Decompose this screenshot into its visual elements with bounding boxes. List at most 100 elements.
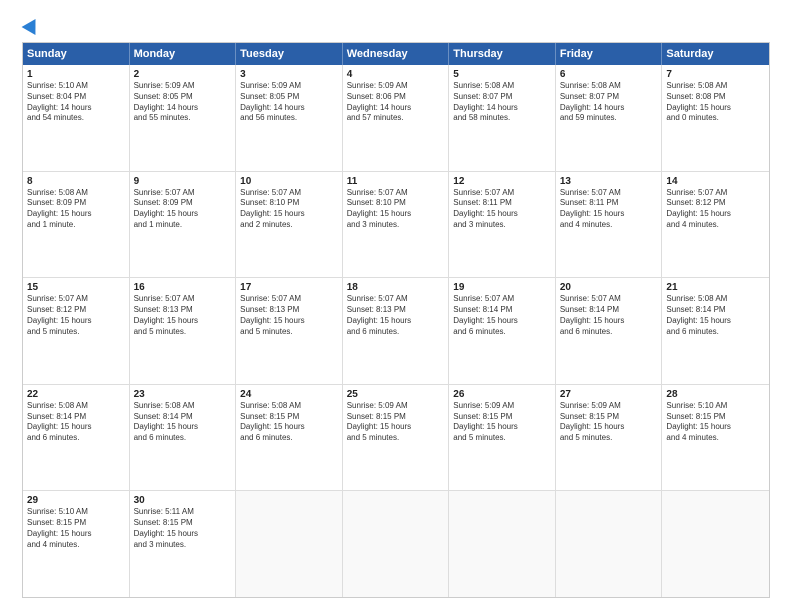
calendar-cell	[343, 491, 450, 597]
day-number: 14	[666, 176, 765, 187]
day-number: 11	[347, 176, 445, 187]
day-info: Sunrise: 5:07 AM Sunset: 8:13 PM Dayligh…	[347, 294, 445, 337]
day-number: 3	[240, 69, 338, 80]
day-number: 13	[560, 176, 658, 187]
calendar-row: 1Sunrise: 5:10 AM Sunset: 8:04 PM Daylig…	[23, 65, 769, 172]
day-info: Sunrise: 5:08 AM Sunset: 8:15 PM Dayligh…	[240, 401, 338, 444]
calendar-row: 15Sunrise: 5:07 AM Sunset: 8:12 PM Dayli…	[23, 278, 769, 385]
calendar-cell: 29Sunrise: 5:10 AM Sunset: 8:15 PM Dayli…	[23, 491, 130, 597]
day-number: 18	[347, 282, 445, 293]
calendar-cell: 21Sunrise: 5:08 AM Sunset: 8:14 PM Dayli…	[662, 278, 769, 384]
day-number: 7	[666, 69, 765, 80]
calendar-header-day: Wednesday	[343, 43, 450, 65]
calendar-cell: 27Sunrise: 5:09 AM Sunset: 8:15 PM Dayli…	[556, 385, 663, 491]
day-info: Sunrise: 5:09 AM Sunset: 8:15 PM Dayligh…	[453, 401, 551, 444]
calendar-cell: 12Sunrise: 5:07 AM Sunset: 8:11 PM Dayli…	[449, 172, 556, 278]
calendar-cell: 4Sunrise: 5:09 AM Sunset: 8:06 PM Daylig…	[343, 65, 450, 171]
calendar-cell: 23Sunrise: 5:08 AM Sunset: 8:14 PM Dayli…	[130, 385, 237, 491]
day-info: Sunrise: 5:09 AM Sunset: 8:06 PM Dayligh…	[347, 81, 445, 124]
calendar-body: 1Sunrise: 5:10 AM Sunset: 8:04 PM Daylig…	[23, 65, 769, 597]
day-number: 29	[27, 495, 125, 506]
calendar-header-day: Friday	[556, 43, 663, 65]
calendar-cell: 26Sunrise: 5:09 AM Sunset: 8:15 PM Dayli…	[449, 385, 556, 491]
day-number: 20	[560, 282, 658, 293]
day-number: 25	[347, 389, 445, 400]
day-info: Sunrise: 5:08 AM Sunset: 8:07 PM Dayligh…	[453, 81, 551, 124]
day-number: 12	[453, 176, 551, 187]
day-info: Sunrise: 5:07 AM Sunset: 8:12 PM Dayligh…	[27, 294, 125, 337]
calendar-cell: 30Sunrise: 5:11 AM Sunset: 8:15 PM Dayli…	[130, 491, 237, 597]
day-info: Sunrise: 5:10 AM Sunset: 8:15 PM Dayligh…	[666, 401, 765, 444]
calendar-cell: 20Sunrise: 5:07 AM Sunset: 8:14 PM Dayli…	[556, 278, 663, 384]
calendar-cell: 1Sunrise: 5:10 AM Sunset: 8:04 PM Daylig…	[23, 65, 130, 171]
day-info: Sunrise: 5:09 AM Sunset: 8:05 PM Dayligh…	[240, 81, 338, 124]
day-number: 5	[453, 69, 551, 80]
calendar-cell: 11Sunrise: 5:07 AM Sunset: 8:10 PM Dayli…	[343, 172, 450, 278]
day-info: Sunrise: 5:08 AM Sunset: 8:14 PM Dayligh…	[134, 401, 232, 444]
calendar-cell: 19Sunrise: 5:07 AM Sunset: 8:14 PM Dayli…	[449, 278, 556, 384]
day-number: 19	[453, 282, 551, 293]
calendar-cell: 9Sunrise: 5:07 AM Sunset: 8:09 PM Daylig…	[130, 172, 237, 278]
calendar-header: SundayMondayTuesdayWednesdayThursdayFrid…	[23, 43, 769, 65]
calendar-cell	[449, 491, 556, 597]
calendar-header-day: Saturday	[662, 43, 769, 65]
day-number: 22	[27, 389, 125, 400]
day-info: Sunrise: 5:07 AM Sunset: 8:10 PM Dayligh…	[347, 188, 445, 231]
day-info: Sunrise: 5:10 AM Sunset: 8:15 PM Dayligh…	[27, 507, 125, 550]
calendar-cell	[236, 491, 343, 597]
day-number: 2	[134, 69, 232, 80]
calendar-row: 22Sunrise: 5:08 AM Sunset: 8:14 PM Dayli…	[23, 385, 769, 492]
calendar: SundayMondayTuesdayWednesdayThursdayFrid…	[22, 42, 770, 598]
calendar-cell: 2Sunrise: 5:09 AM Sunset: 8:05 PM Daylig…	[130, 65, 237, 171]
calendar-header-day: Tuesday	[236, 43, 343, 65]
day-info: Sunrise: 5:07 AM Sunset: 8:13 PM Dayligh…	[134, 294, 232, 337]
day-info: Sunrise: 5:08 AM Sunset: 8:14 PM Dayligh…	[666, 294, 765, 337]
calendar-cell: 16Sunrise: 5:07 AM Sunset: 8:13 PM Dayli…	[130, 278, 237, 384]
logo-triangle-icon	[22, 15, 43, 35]
day-info: Sunrise: 5:09 AM Sunset: 8:15 PM Dayligh…	[347, 401, 445, 444]
day-info: Sunrise: 5:10 AM Sunset: 8:04 PM Dayligh…	[27, 81, 125, 124]
day-info: Sunrise: 5:08 AM Sunset: 8:09 PM Dayligh…	[27, 188, 125, 231]
day-info: Sunrise: 5:09 AM Sunset: 8:15 PM Dayligh…	[560, 401, 658, 444]
day-info: Sunrise: 5:07 AM Sunset: 8:09 PM Dayligh…	[134, 188, 232, 231]
calendar-cell: 24Sunrise: 5:08 AM Sunset: 8:15 PM Dayli…	[236, 385, 343, 491]
calendar-header-day: Thursday	[449, 43, 556, 65]
calendar-header-day: Sunday	[23, 43, 130, 65]
day-number: 8	[27, 176, 125, 187]
calendar-cell: 22Sunrise: 5:08 AM Sunset: 8:14 PM Dayli…	[23, 385, 130, 491]
day-number: 23	[134, 389, 232, 400]
day-info: Sunrise: 5:07 AM Sunset: 8:10 PM Dayligh…	[240, 188, 338, 231]
day-info: Sunrise: 5:07 AM Sunset: 8:11 PM Dayligh…	[560, 188, 658, 231]
day-number: 15	[27, 282, 125, 293]
day-number: 9	[134, 176, 232, 187]
day-number: 16	[134, 282, 232, 293]
calendar-row: 8Sunrise: 5:08 AM Sunset: 8:09 PM Daylig…	[23, 172, 769, 279]
day-number: 21	[666, 282, 765, 293]
logo	[22, 18, 42, 32]
calendar-cell: 13Sunrise: 5:07 AM Sunset: 8:11 PM Dayli…	[556, 172, 663, 278]
day-number: 17	[240, 282, 338, 293]
calendar-cell: 17Sunrise: 5:07 AM Sunset: 8:13 PM Dayli…	[236, 278, 343, 384]
day-number: 24	[240, 389, 338, 400]
calendar-cell: 28Sunrise: 5:10 AM Sunset: 8:15 PM Dayli…	[662, 385, 769, 491]
day-number: 26	[453, 389, 551, 400]
day-number: 28	[666, 389, 765, 400]
calendar-cell: 8Sunrise: 5:08 AM Sunset: 8:09 PM Daylig…	[23, 172, 130, 278]
day-info: Sunrise: 5:08 AM Sunset: 8:14 PM Dayligh…	[27, 401, 125, 444]
calendar-header-day: Monday	[130, 43, 237, 65]
day-number: 1	[27, 69, 125, 80]
calendar-cell	[662, 491, 769, 597]
calendar-cell: 5Sunrise: 5:08 AM Sunset: 8:07 PM Daylig…	[449, 65, 556, 171]
day-info: Sunrise: 5:07 AM Sunset: 8:14 PM Dayligh…	[560, 294, 658, 337]
calendar-cell: 18Sunrise: 5:07 AM Sunset: 8:13 PM Dayli…	[343, 278, 450, 384]
day-info: Sunrise: 5:07 AM Sunset: 8:13 PM Dayligh…	[240, 294, 338, 337]
day-number: 10	[240, 176, 338, 187]
calendar-cell: 14Sunrise: 5:07 AM Sunset: 8:12 PM Dayli…	[662, 172, 769, 278]
day-info: Sunrise: 5:08 AM Sunset: 8:08 PM Dayligh…	[666, 81, 765, 124]
logo-text	[22, 18, 42, 32]
day-number: 27	[560, 389, 658, 400]
day-info: Sunrise: 5:07 AM Sunset: 8:12 PM Dayligh…	[666, 188, 765, 231]
calendar-cell: 6Sunrise: 5:08 AM Sunset: 8:07 PM Daylig…	[556, 65, 663, 171]
day-info: Sunrise: 5:11 AM Sunset: 8:15 PM Dayligh…	[134, 507, 232, 550]
day-info: Sunrise: 5:07 AM Sunset: 8:11 PM Dayligh…	[453, 188, 551, 231]
